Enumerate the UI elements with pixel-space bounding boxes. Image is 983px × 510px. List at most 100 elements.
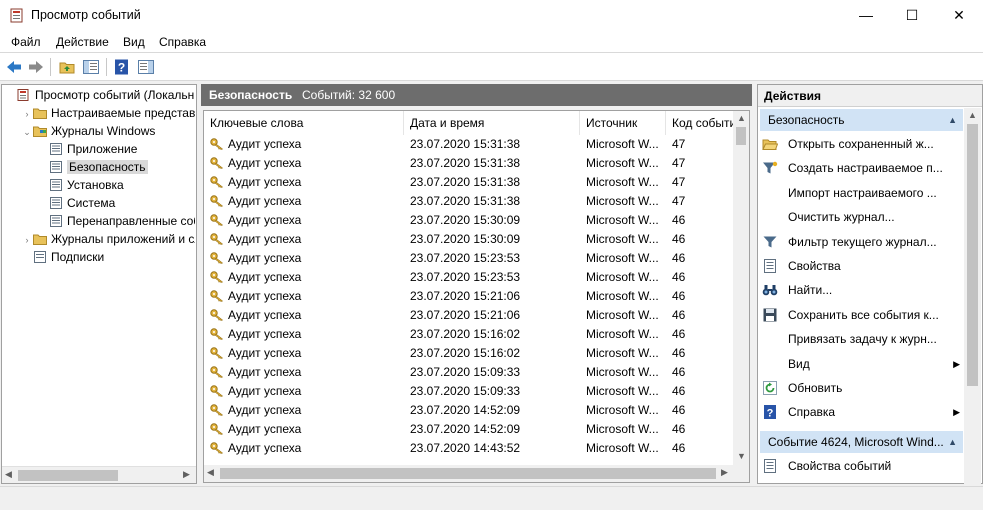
action-item[interactable]: Создать настраиваемое п... — [762, 156, 962, 180]
tree-item-label: Журналы приложений и служб — [51, 232, 195, 246]
actions-section-security[interactable]: Безопасность ▲ — [760, 109, 963, 131]
action-item[interactable]: Фильтр текущего журнал... — [762, 230, 962, 254]
scroll-thumb[interactable] — [736, 127, 746, 145]
action-item[interactable]: Вид ▶ — [762, 352, 962, 376]
scroll-right-icon[interactable]: ▶ — [183, 469, 190, 480]
chevron-right-icon[interactable]: › — [21, 105, 33, 123]
tree-item[interactable]: › Журналы приложений и служб — [5, 230, 196, 249]
table-row[interactable]: Аудит успеха 23.07.2020 15:23:53 Microsoft… — [204, 249, 734, 268]
tree-item[interactable]: ⌄ Журналы Windows — [5, 122, 195, 140]
show-hide-tree-icon[interactable] — [82, 58, 100, 76]
tree-item[interactable]: › Настраиваемые представления — [5, 104, 196, 123]
table-row[interactable]: Аудит успеха 23.07.2020 15:21:06 Microsoft… — [204, 306, 734, 325]
status-bar — [0, 486, 983, 510]
tree-horizontal-scrollbar[interactable]: ◀ ▶ — [2, 466, 196, 483]
table-row[interactable]: Аудит успеха 23.07.2020 14:52:09 Microsoft… — [204, 401, 734, 420]
menu-view[interactable]: Вид — [123, 35, 145, 49]
key-icon — [210, 308, 224, 321]
action-item[interactable]: Свойства событий — [762, 454, 962, 478]
cell-datetime: 23.07.2020 15:30:09 — [410, 232, 521, 246]
log-icon — [49, 142, 63, 155]
table-row[interactable]: Аудит успеха 23.07.2020 15:16:02 Microsoft… — [204, 344, 734, 363]
binoculars-icon — [762, 281, 778, 296]
cell-source: Microsoft W... — [586, 194, 659, 208]
tree-item[interactable]: Просмотр событий (Локальный) — [5, 86, 195, 104]
menu-action[interactable]: Действие — [56, 35, 109, 49]
chevron-down-icon[interactable]: ⌄ — [21, 123, 33, 141]
table-row[interactable]: Аудит успеха 23.07.2020 15:31:38 Microsoft… — [204, 154, 734, 173]
back-arrow-icon[interactable] — [5, 58, 23, 76]
close-button[interactable]: ✕ — [936, 0, 982, 31]
tree-item[interactable]: Установка — [5, 176, 195, 194]
tree-item[interactable]: Безопасность — [5, 158, 195, 176]
scroll-up-icon[interactable]: ▲ — [737, 113, 746, 123]
maximize-button[interactable]: ☐ — [889, 0, 935, 31]
chevron-right-icon[interactable]: › — [21, 231, 33, 249]
actions-section-event[interactable]: Событие 4624, Microsoft Wind... ▲ — [760, 431, 963, 453]
menu-file[interactable]: Файл — [11, 35, 41, 49]
action-item[interactable]: Очистить журнал... — [762, 205, 962, 229]
scroll-thumb[interactable] — [220, 468, 716, 479]
table-vertical-scrollbar[interactable]: ▲ ▼ — [733, 111, 749, 465]
keywords-text: Аудит успеха — [228, 213, 302, 227]
scroll-left-icon[interactable]: ◀ — [5, 469, 12, 480]
actions-vertical-scrollbar[interactable]: ▲ — [964, 108, 981, 484]
keywords-text: Аудит успеха — [228, 384, 302, 398]
action-item[interactable]: Привязать задачу к журн... — [762, 327, 962, 351]
log-title: Безопасность — [209, 88, 293, 102]
up-folder-icon[interactable] — [58, 58, 76, 76]
submenu-arrow-icon: ▶ — [953, 358, 960, 369]
action-item[interactable]: Найти... — [762, 278, 962, 302]
cell-source: Microsoft W... — [586, 384, 659, 398]
table-row[interactable]: Аудит успеха 23.07.2020 15:31:38 Microsoft… — [204, 135, 734, 154]
tree-item[interactable]: Перенаправленные события — [5, 212, 195, 230]
table-row[interactable]: Аудит успеха 23.07.2020 15:23:53 Microsoft… — [204, 268, 734, 287]
scroll-down-icon[interactable]: ▼ — [737, 451, 746, 461]
help-icon[interactable]: ? — [113, 58, 131, 76]
tree-item[interactable]: Подписки — [5, 248, 195, 266]
action-item[interactable]: Сохранить все события к... — [762, 303, 962, 327]
scroll-up-icon[interactable]: ▲ — [968, 110, 977, 120]
table-row[interactable]: Аудит успеха 23.07.2020 15:31:38 Microsoft… — [204, 173, 734, 192]
column-header-datetime[interactable]: Дата и время — [404, 111, 580, 135]
scroll-thumb[interactable] — [18, 470, 118, 481]
table-row[interactable]: Аудит успеха 23.07.2020 15:30:09 Microsoft… — [204, 211, 734, 230]
column-header-source[interactable]: Источник — [580, 111, 666, 135]
collapse-up-icon[interactable]: ▲ — [948, 109, 957, 131]
forward-arrow-icon[interactable] — [27, 58, 45, 76]
table-row[interactable]: Аудит успеха 23.07.2020 15:31:38 Microsoft… — [204, 192, 734, 211]
table-row[interactable]: Аудит успеха 23.07.2020 15:09:33 Microsoft… — [204, 382, 734, 401]
table-row[interactable]: Аудит успеха 23.07.2020 15:09:33 Microsoft… — [204, 363, 734, 382]
cell-keywords: Аудит успеха — [210, 325, 301, 344]
tree-item[interactable]: Приложение — [5, 140, 195, 158]
cell-datetime: 23.07.2020 15:30:09 — [410, 213, 521, 227]
table-row[interactable]: Аудит успеха 23.07.2020 15:16:02 Microsoft… — [204, 325, 734, 344]
scroll-left-icon[interactable]: ◀ — [207, 467, 214, 478]
log-icon — [49, 178, 63, 191]
action-item[interactable]: Свойства — [762, 254, 962, 278]
scroll-thumb[interactable] — [967, 124, 978, 386]
action-item[interactable]: Открыть сохраненный ж... — [762, 132, 962, 156]
cell-source: Microsoft W... — [586, 232, 659, 246]
table-horizontal-scrollbar[interactable]: ◀ ▶ — [204, 465, 749, 482]
column-header-keywords[interactable]: Ключевые слова — [204, 111, 404, 135]
table-row[interactable]: Аудит успеха 23.07.2020 14:52:09 Microsoft… — [204, 420, 734, 439]
table-row[interactable]: Аудит успеха 23.07.2020 15:21:06 Microsoft… — [204, 287, 734, 306]
tree-item[interactable]: Система — [5, 194, 195, 212]
navigation-tree[interactable]: Просмотр событий (Локальный)›Настраиваем… — [1, 84, 197, 484]
action-label: Обновить — [788, 381, 843, 395]
column-header-event-id[interactable]: Код события — [666, 111, 734, 135]
action-item[interactable]: Обновить — [762, 376, 962, 400]
events-table[interactable]: Ключевые слова Дата и время Источник Код… — [203, 110, 750, 483]
show-action-pane-icon[interactable] — [137, 58, 155, 76]
keywords-text: Аудит успеха — [228, 156, 302, 170]
minimize-button[interactable]: — — [843, 0, 889, 31]
properties-icon — [762, 457, 778, 473]
action-item[interactable]: ? Справка ▶ — [762, 400, 962, 424]
table-row[interactable]: Аудит успеха 23.07.2020 14:43:52 Microsoft… — [204, 439, 734, 458]
scroll-right-icon[interactable]: ▶ — [721, 467, 728, 478]
collapse-up-icon[interactable]: ▲ — [948, 431, 957, 453]
action-item[interactable]: Импорт настраиваемого ... — [762, 181, 962, 205]
menu-help[interactable]: Справка — [159, 35, 206, 49]
table-row[interactable]: Аудит успеха 23.07.2020 15:30:09 Microsoft… — [204, 230, 734, 249]
